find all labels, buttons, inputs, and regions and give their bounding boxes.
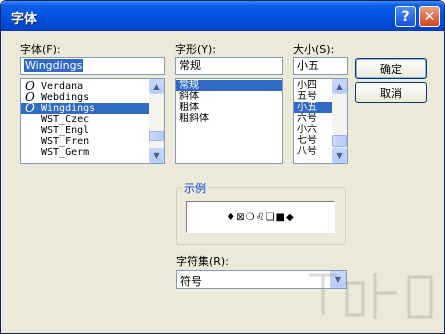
font-list-item[interactable]: WST_Engl (21, 125, 164, 136)
style-list[interactable]: 常规 斜体 粗体 粗斜体 (175, 78, 283, 164)
opentype-font-icon: O (25, 92, 35, 103)
font-list-item[interactable]: O Wingdings (21, 103, 164, 114)
style-list-item[interactable]: 粗斜体 (176, 113, 282, 124)
style-input-value: 常规 (179, 59, 201, 72)
font-list-item-label: Webdings (41, 92, 90, 103)
size-list-item-label: 八号 (297, 146, 317, 157)
arrow-up-icon: ▲ (336, 82, 343, 91)
charset-label: 字符集(R): (176, 255, 229, 268)
font-list-item[interactable]: WST_Germ (21, 147, 164, 158)
style-input[interactable]: 常规 (175, 57, 283, 75)
font-list-item-label: WST_Germ (41, 147, 90, 158)
arrow-down-icon: ▼ (336, 151, 343, 160)
size-list-item-label: 七号 (297, 135, 317, 146)
cancel-button[interactable]: 取消 (355, 82, 427, 103)
font-list-item-label: WST_Engl (41, 125, 90, 136)
font-list-item-label: WST_Fren (41, 136, 90, 147)
arrow-down-icon: ▼ (153, 151, 160, 160)
close-button[interactable]: ✕ (419, 6, 440, 27)
size-input[interactable]: 小五 (293, 57, 348, 75)
style-list-item[interactable]: 粗体 (176, 102, 282, 113)
scroll-up-button[interactable]: ▲ (149, 79, 164, 94)
charset-value: 符号 (180, 275, 202, 288)
opentype-font-icon: O (25, 103, 35, 114)
style-list-item-label: 粗体 (179, 102, 199, 113)
scroll-down-button[interactable]: ▼ (332, 148, 347, 163)
font-list-item-label: Verdana (41, 81, 84, 92)
size-list-item-label: 小四 (297, 80, 317, 91)
font-list-scrollbar[interactable]: ▲ ▼ (149, 79, 164, 163)
style-list-item-label: 常规 (179, 80, 199, 91)
title-bar[interactable]: 字体 ? ✕ (1, 1, 444, 31)
font-list-item[interactable]: WST_Fren (21, 136, 164, 147)
scroll-up-button[interactable]: ▲ (332, 79, 347, 94)
font-list-item[interactable]: O Webdings (21, 92, 164, 103)
size-list[interactable]: 小四 五号 小五 六号 小六 七号 八号 ▲ ▼ (293, 78, 348, 164)
size-list-scrollbar[interactable]: ▲ ▼ (332, 79, 347, 163)
size-list-item-label: 小五 (297, 102, 317, 113)
sample-label: 示例 (182, 180, 208, 196)
size-list-item-label: 六号 (297, 113, 317, 124)
scroll-thumb[interactable] (332, 135, 347, 147)
scroll-thumb[interactable] (149, 131, 164, 141)
style-label: 字形(Y): (175, 43, 217, 56)
font-dialog: 字体 ? ✕ 字体(F): Wingdings O Verdana O Webding… (0, 0, 445, 334)
font-list[interactable]: O Verdana O Webdings O Wingdings WST_Czec WST_E… (20, 78, 165, 164)
style-list-item-label: 斜体 (179, 91, 199, 102)
size-list-item-label: 五号 (297, 91, 317, 102)
size-label: 大小(S): (293, 43, 335, 56)
arrow-up-icon: ▲ (153, 82, 160, 91)
style-list-item-label: 粗斜体 (179, 113, 209, 124)
font-list-item[interactable]: O Verdana (21, 81, 164, 92)
style-list-item[interactable]: 斜体 (176, 91, 282, 102)
font-list-item-label: Wingdings (41, 103, 96, 114)
window-title: 字体 (11, 12, 38, 27)
font-input[interactable]: Wingdings (20, 57, 165, 75)
help-icon: ? (401, 8, 410, 25)
font-input-value: Wingdings (24, 59, 84, 72)
font-list-item[interactable]: WST_Czec (21, 114, 164, 125)
font-list-item-label: WST_Czec (41, 114, 90, 125)
close-icon: ✕ (423, 8, 436, 25)
sample-preview: ♦⊠❍♌❏■◆ (186, 201, 335, 233)
font-label: 字体(F): (20, 43, 61, 56)
opentype-font-icon: O (25, 81, 35, 92)
watermark-logo (309, 273, 433, 319)
size-input-value: 小五 (297, 59, 319, 72)
scroll-down-button[interactable]: ▼ (149, 148, 164, 163)
help-button[interactable]: ? (395, 6, 416, 27)
size-list-item-label: 小六 (297, 124, 317, 135)
style-list-item[interactable]: 常规 (176, 80, 282, 91)
ok-button[interactable]: 确定 (355, 58, 427, 79)
